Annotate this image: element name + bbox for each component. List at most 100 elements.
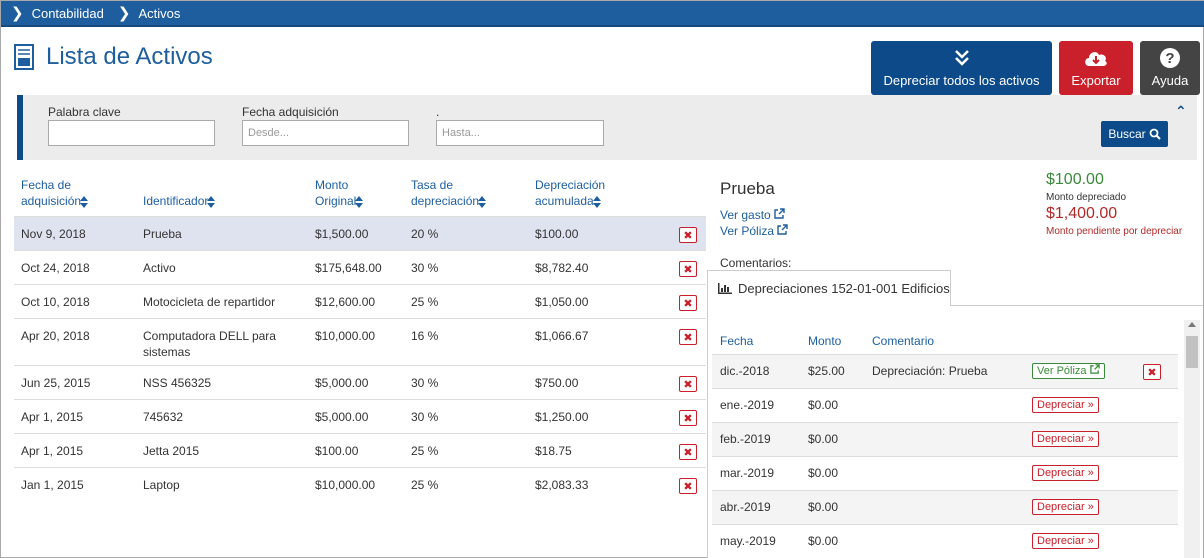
dep-fecha: feb.-2019 [720, 432, 771, 446]
cell-depreciacion: $1,050.00 [535, 295, 589, 309]
delete-icon[interactable]: ✖ [679, 261, 697, 277]
dep-fecha: ene.-2019 [720, 398, 775, 412]
double-chevron-down-icon: » [1087, 467, 1094, 479]
cell-fecha: Jan 1, 2015 [21, 478, 84, 492]
delete-icon[interactable]: ✖ [679, 376, 697, 392]
help-button[interactable]: ? Ayuda [1140, 41, 1200, 95]
delete-icon[interactable]: ✖ [679, 329, 697, 345]
column-header-tasa-line1: Tasa de [411, 178, 454, 192]
cell-identificador: 745632 [143, 410, 184, 424]
cell-tasa: 25 % [411, 444, 439, 458]
keyword-label: Palabra clave [48, 105, 121, 119]
date-to-input[interactable]: Hasta... [436, 120, 604, 146]
cell-identificador: Jetta 2015 [143, 444, 200, 458]
list-item: feb.-2019 $0.00 Depreciar » [712, 422, 1178, 456]
export-button[interactable]: Exportar [1059, 41, 1133, 95]
cell-fecha: Nov 9, 2018 [21, 227, 86, 241]
scroll-up-arrow-icon[interactable] [1188, 322, 1196, 327]
keyword-input[interactable] [48, 120, 215, 146]
depreciar-button[interactable]: Depreciar » [1032, 465, 1099, 481]
table-row[interactable]: Nov 9, 2018 Prueba $1,500.00 20 % $100.0… [14, 216, 706, 250]
delete-icon[interactable]: ✖ [679, 410, 697, 426]
delete-icon[interactable]: ✖ [679, 227, 697, 243]
dep-monto: $0.00 [808, 534, 839, 548]
depreciar-button[interactable]: Depreciar » [1032, 431, 1099, 447]
column-header-tasa[interactable]: Tasa de depreciación [411, 177, 487, 209]
cell-fecha: Apr 1, 2015 [21, 410, 84, 424]
collapse-chevron-icon[interactable]: ⌃ [1175, 103, 1187, 120]
depreciar-button[interactable]: Depreciar » [1032, 397, 1099, 413]
depreciation-panel: Fecha Monto Comentario dic.-2018 $25.00 … [707, 306, 1203, 558]
ver-poliza-button-label: Ver Póliza [1037, 365, 1087, 377]
column-header-dep-line2: acumulada [535, 194, 594, 208]
cell-tasa: 25 % [411, 478, 439, 492]
ver-gasto-link[interactable]: Ver gasto [720, 208, 785, 222]
depreciar-button[interactable]: Depreciar » [1032, 499, 1099, 515]
depreciate-all-button[interactable]: Depreciar todos los activos [871, 41, 1052, 95]
column-header-monto-line1: Monto [315, 178, 349, 192]
help-label: Ayuda [1151, 73, 1189, 88]
ver-poliza-link[interactable]: Ver Póliza [720, 224, 789, 238]
table-row[interactable]: Jan 1, 2015 Laptop $10,000.00 25 % $2,08… [14, 467, 706, 501]
cell-tasa: 25 % [411, 295, 439, 309]
search-button[interactable]: Buscar [1101, 121, 1168, 147]
depreciated-amount: $100.00 [1046, 171, 1104, 188]
column-header-monto[interactable]: Monto Original [315, 177, 364, 209]
date-from-input[interactable]: Desde... [242, 120, 409, 146]
cell-monto: $5,000.00 [315, 410, 369, 424]
cell-fecha: Jun 25, 2015 [21, 376, 91, 390]
column-header-identificador[interactable]: Identificador [143, 193, 216, 209]
column-header-monto-line2: Original [315, 194, 357, 208]
dep-header-comentario: Comentario [872, 334, 935, 348]
dep-comentario: Depreciación: Prueba [872, 364, 988, 378]
delete-icon[interactable]: ✖ [679, 444, 697, 460]
cell-monto: $5,000.00 [315, 376, 369, 390]
column-header-fecha-line2: adquisición [21, 194, 82, 208]
pending-label: Monto pendiente por depreciar [1046, 226, 1183, 237]
tab-depreciaciones[interactable]: Depreciaciones 152-01-001 Edificios [707, 270, 951, 306]
ver-poliza-button[interactable]: Ver Póliza [1032, 363, 1105, 379]
delete-icon[interactable]: ✖ [679, 295, 697, 311]
cell-fecha: Oct 10, 2018 [21, 295, 90, 309]
asset-name: Prueba [720, 179, 775, 198]
scrollbar[interactable] [1184, 320, 1200, 558]
cell-identificador: Prueba [143, 227, 182, 241]
depreciar-button[interactable]: Depreciar » [1032, 533, 1099, 549]
scroll-thumb[interactable] [1186, 336, 1198, 368]
dep-monto: $0.00 [808, 398, 839, 412]
list-item: abr.-2019 $0.00 Depreciar » [712, 490, 1178, 524]
column-header-fecha-line1: Fecha de [21, 178, 72, 192]
cell-monto: $10,000.00 [315, 478, 376, 492]
dep-monto: $0.00 [808, 466, 839, 480]
cell-depreciacion: $8,782.40 [535, 261, 589, 275]
external-link-icon [1089, 364, 1100, 374]
cell-monto: $10,000.00 [315, 329, 376, 343]
column-header-depreciacion[interactable]: Depreciación acumulada [535, 177, 605, 209]
depreciar-button-label: Depreciar [1037, 399, 1085, 411]
table-row[interactable]: Apr 1, 2015 745632 $5,000.00 30 % $1,250… [14, 399, 706, 433]
breadcrumb-item-contabilidad[interactable]: Contabilidad [32, 6, 104, 21]
table-row[interactable]: Apr 1, 2015 Jetta 2015 $100.00 25 % $18.… [14, 433, 706, 467]
table-row[interactable]: Oct 10, 2018 Motocicleta de repartidor $… [14, 284, 706, 318]
breadcrumb-item-activos[interactable]: Activos [138, 6, 180, 21]
table-row[interactable]: Jun 25, 2015 NSS 456325 $5,000.00 30 % $… [14, 365, 706, 399]
page-header: Lista de Activos [14, 43, 213, 71]
delete-icon[interactable]: ✖ [1143, 364, 1161, 380]
date-to-label: . [436, 105, 440, 119]
cell-identificador: Activo [143, 261, 176, 275]
table-row[interactable]: Oct 24, 2018 Activo $175,648.00 30 % $8,… [14, 250, 706, 284]
external-link-icon [777, 224, 789, 235]
ver-gasto-label: Ver gasto [720, 208, 771, 222]
acquisition-date-label: Fecha adquisición [242, 105, 339, 119]
cell-tasa: 30 % [411, 376, 439, 390]
table-row[interactable]: Apr 20, 2018 Computadora DELL para siste… [14, 318, 706, 365]
svg-text:?: ? [1165, 50, 1174, 67]
cell-monto: $1,500.00 [315, 227, 369, 241]
filter-panel: Palabra clave Fecha adquisición Desde...… [17, 95, 1197, 160]
list-item: mar.-2019 $0.00 Depreciar » [712, 456, 1178, 490]
list-item: dic.-2018 $25.00 Depreciación: Prueba Ve… [712, 354, 1178, 388]
column-header-fecha[interactable]: Fecha de adquisición [21, 177, 89, 209]
delete-icon[interactable]: ✖ [679, 478, 697, 494]
cell-tasa: 16 % [411, 329, 439, 343]
cell-fecha: Apr 1, 2015 [21, 444, 84, 458]
